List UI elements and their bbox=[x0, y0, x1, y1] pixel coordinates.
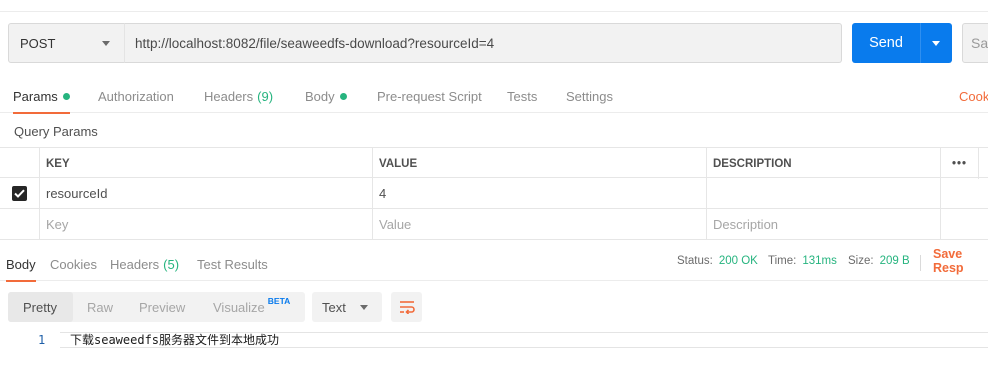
tab-body-label: Body bbox=[305, 89, 335, 104]
status-value[interactable]: 200 OK bbox=[719, 255, 758, 267]
headers-count: (9) bbox=[257, 89, 274, 104]
view-raw-button[interactable]: Raw bbox=[87, 292, 113, 322]
tab-tests[interactable]: Tests bbox=[507, 80, 537, 113]
view-preview-button[interactable]: Preview bbox=[139, 292, 185, 322]
response-tab-test-results-label: Test Results bbox=[197, 256, 268, 272]
table-row: resourceId 4 bbox=[0, 178, 988, 209]
new-value-input[interactable]: Value bbox=[372, 209, 706, 240]
response-headers-count: (5) bbox=[163, 256, 180, 272]
more-options-icon[interactable]: ••• bbox=[940, 148, 978, 179]
tab-params[interactable]: Params bbox=[13, 80, 70, 114]
chevron-down-icon bbox=[360, 305, 368, 310]
top-strip bbox=[0, 0, 988, 12]
response-tab-cookies[interactable]: Cookies bbox=[50, 247, 97, 281]
params-active-dot bbox=[62, 93, 70, 100]
response-tab-test-results[interactable]: Test Results bbox=[197, 247, 268, 281]
method-select[interactable]: POST bbox=[8, 23, 125, 63]
view-visualize-button[interactable]: Visualize BETA bbox=[213, 292, 290, 322]
format-select[interactable]: Text bbox=[312, 292, 382, 322]
param-description-cell[interactable] bbox=[706, 178, 940, 209]
response-tab-body-label: Body bbox=[6, 256, 36, 272]
method-label: POST bbox=[20, 35, 56, 51]
new-row-check-cell bbox=[0, 209, 39, 240]
column-key: KEY bbox=[39, 148, 372, 179]
url-input[interactable]: http://localhost:8082/file/seaweedfs-dow… bbox=[124, 23, 842, 63]
new-row-end-cell bbox=[940, 209, 988, 240]
header-check-cell bbox=[0, 148, 39, 179]
response-body-text: 下载seaweedfs服务器文件到本地成功 bbox=[70, 333, 280, 347]
tab-headers-label: Headers bbox=[204, 89, 254, 104]
time-info: Time: 131ms bbox=[768, 247, 837, 275]
size-label: Size: bbox=[848, 255, 874, 267]
response-tabs: Body Cookies Headers (5) Test Results Sta… bbox=[0, 247, 988, 282]
table-row-new: Key Value Description bbox=[0, 209, 988, 240]
save-label: Sav bbox=[971, 35, 988, 51]
view-visualize-label: Visualize bbox=[213, 299, 265, 315]
query-params-title: Query Params bbox=[14, 124, 98, 139]
value-placeholder: Value bbox=[379, 217, 412, 232]
tab-authorization-label: Authorization bbox=[98, 89, 174, 104]
response-editor[interactable]: 1 下载seaweedfs服务器文件到本地成功 bbox=[0, 332, 988, 385]
save-button[interactable]: Sav bbox=[962, 23, 988, 63]
tab-settings-label: Settings bbox=[566, 89, 613, 104]
status-label: Status: bbox=[677, 255, 713, 267]
param-value: 4 bbox=[379, 186, 387, 201]
view-pretty-button[interactable]: Pretty bbox=[8, 292, 73, 322]
checkmark-icon bbox=[14, 189, 25, 198]
view-preview-label: Preview bbox=[139, 299, 186, 315]
response-tab-body[interactable]: Body bbox=[6, 247, 36, 282]
time-value[interactable]: 131ms bbox=[802, 255, 837, 267]
params-table-header: KEY VALUE DESCRIPTION ••• bbox=[0, 147, 988, 179]
url-text: http://localhost:8082/file/seaweedfs-dow… bbox=[135, 35, 495, 51]
row-checkbox-cell bbox=[0, 178, 39, 209]
beta-badge: BETA bbox=[267, 296, 291, 306]
wrap-lines-icon bbox=[399, 301, 415, 314]
send-button[interactable]: Send bbox=[852, 23, 952, 63]
response-tab-cookies-label: Cookies bbox=[50, 256, 97, 272]
description-placeholder: Description bbox=[713, 217, 779, 232]
tab-params-label: Params bbox=[13, 89, 58, 104]
tab-headers[interactable]: Headers (9) bbox=[204, 80, 273, 113]
key-placeholder: Key bbox=[46, 217, 69, 232]
row-checkbox[interactable] bbox=[12, 186, 27, 201]
row-end-cell bbox=[940, 178, 988, 209]
request-tabs: Params Authorization Headers (9) Body Pre… bbox=[0, 80, 988, 114]
line-number: 1 bbox=[38, 333, 46, 347]
tab-pre-request-script-label: Pre-request Script bbox=[377, 89, 482, 104]
tab-settings[interactable]: Settings bbox=[566, 80, 613, 113]
param-value-cell[interactable]: 4 bbox=[372, 178, 706, 209]
time-label: Time: bbox=[768, 255, 797, 267]
view-raw-label: Raw bbox=[87, 299, 114, 315]
size-value[interactable]: 209 B bbox=[880, 255, 910, 267]
column-description: DESCRIPTION bbox=[706, 148, 940, 179]
param-key: resourceId bbox=[46, 186, 108, 201]
chevron-down-icon bbox=[102, 41, 110, 46]
tab-tests-label: Tests bbox=[507, 89, 538, 104]
cookies-link[interactable]: Cook bbox=[959, 80, 988, 113]
status-info: Status: 200 OK bbox=[677, 247, 758, 275]
response-tab-headers-label: Headers bbox=[110, 256, 160, 272]
size-info: Size: 209 B bbox=[848, 247, 910, 275]
tab-authorization[interactable]: Authorization bbox=[98, 80, 174, 113]
tab-body[interactable]: Body bbox=[305, 80, 347, 113]
body-active-dot bbox=[339, 93, 347, 100]
header-end-cell bbox=[978, 148, 988, 179]
tab-pre-request-script[interactable]: Pre-request Script bbox=[377, 80, 482, 113]
view-mode-group: Pretty Raw Preview Visualize BETA bbox=[8, 292, 305, 322]
save-response-button[interactable]: Save Resp bbox=[933, 247, 988, 275]
new-key-input[interactable]: Key bbox=[39, 209, 372, 240]
view-pretty-label: Pretty bbox=[23, 299, 57, 315]
param-key-cell[interactable]: resourceId bbox=[39, 178, 372, 209]
send-label: Send bbox=[869, 35, 903, 51]
status-divider bbox=[920, 255, 921, 271]
new-description-input[interactable]: Description bbox=[706, 209, 940, 240]
chevron-down-icon bbox=[932, 41, 940, 46]
column-value: VALUE bbox=[372, 148, 706, 179]
wrap-lines-button[interactable] bbox=[391, 292, 422, 322]
format-label: Text bbox=[322, 299, 346, 315]
response-tab-headers[interactable]: Headers (5) bbox=[110, 247, 179, 281]
send-options-dropdown[interactable] bbox=[921, 23, 952, 63]
